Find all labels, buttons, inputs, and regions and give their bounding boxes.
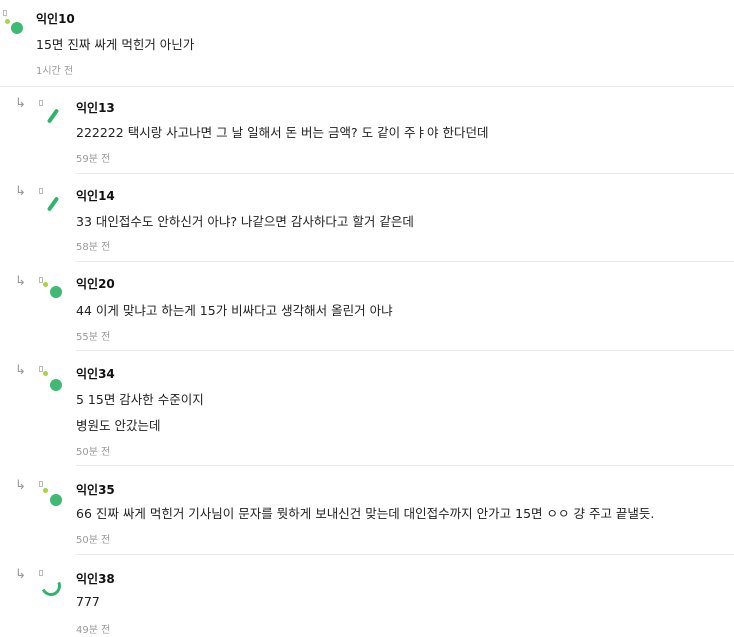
- reply-arrow-icon: ↳: [15, 96, 26, 111]
- comment-text: 33 대인접수도 안하신거 아냐? 나같으면 감사하다고 할거 같은데: [76, 214, 414, 229]
- reply-item: ↳ 익인35 66 진짜 싸게 먹힌거 기사님이 문자를 뭣하게 보내신건 맞는…: [0, 466, 734, 554]
- comment-text: 44 이게 맞냐고 하는게 15가 비싸다고 생각해서 올린거 아냐: [76, 303, 393, 318]
- reply-arrow-icon: ↳: [15, 478, 26, 493]
- comment-author[interactable]: 익인38: [76, 570, 115, 587]
- avatar-icon: [38, 366, 62, 391]
- comment-text: 병원도 안갔는데: [76, 418, 161, 433]
- comment-author[interactable]: 익인35: [76, 481, 115, 498]
- reply-item: ↳ 익인34 5 15면 감사한 수준이지 병원도 안갔는데 50분 전: [0, 351, 734, 465]
- avatar-icon: [2, 10, 26, 34]
- reply-arrow-icon: ↳: [15, 567, 26, 582]
- comment-author[interactable]: 익인13: [76, 99, 115, 116]
- comment-time: 1시간 전: [36, 66, 74, 77]
- reply-item: ↳ 익인38 777 49분 전: [0, 555, 734, 637]
- comment-author[interactable]: 익인14: [76, 187, 115, 204]
- comment-text: 66 진짜 싸게 먹힌거 기사님이 문자를 뭣하게 보내신건 맞는데 대인접수까…: [76, 506, 655, 521]
- comment-item: 익인10 15면 진짜 싸게 먹힌거 아닌가 1시간 전: [0, 0, 734, 86]
- comment-text: 222222 택시랑 사고나면 그 날 일해서 돈 버는 금액? 도 같이 주ㅑ…: [76, 125, 489, 140]
- comment-time: 55분 전: [76, 332, 111, 343]
- avatar-icon: [38, 481, 62, 506]
- comment-author[interactable]: 익인20: [76, 275, 115, 292]
- comment-author[interactable]: 익인34: [76, 365, 115, 382]
- reply-item: ↳ 익인14 33 대인접수도 안하신거 아냐? 나같으면 감사하다고 할거 같…: [0, 174, 734, 262]
- reply-item: ↳ 익인20 44 이게 맞냐고 하는게 15가 비싸다고 생각해서 올린거 아…: [0, 262, 734, 350]
- avatar-icon: [38, 188, 62, 212]
- reply-arrow-icon: ↳: [15, 363, 26, 378]
- avatar-icon: [38, 100, 62, 124]
- reply-arrow-icon: ↳: [15, 184, 26, 199]
- comment-text: 15면 진짜 싸게 먹힌거 아닌가: [36, 37, 195, 52]
- reply-item: ↳ 익인13 222222 택시랑 사고나면 그 날 일해서 돈 버는 금액? …: [0, 86, 734, 174]
- comment-time: 49분 전: [76, 625, 111, 636]
- reply-arrow-icon: ↳: [15, 274, 26, 289]
- comment-author[interactable]: 익인10: [36, 10, 75, 27]
- comment-time: 58분 전: [76, 242, 111, 253]
- comment-time: 59분 전: [76, 154, 111, 165]
- avatar-icon: [38, 277, 62, 301]
- comment-time: 50분 전: [76, 535, 111, 546]
- comment-text: 777: [76, 594, 100, 609]
- comment-text: 5 15면 감사한 수준이지: [76, 392, 204, 407]
- avatar-icon: [38, 570, 64, 599]
- comment-time: 50분 전: [76, 447, 111, 458]
